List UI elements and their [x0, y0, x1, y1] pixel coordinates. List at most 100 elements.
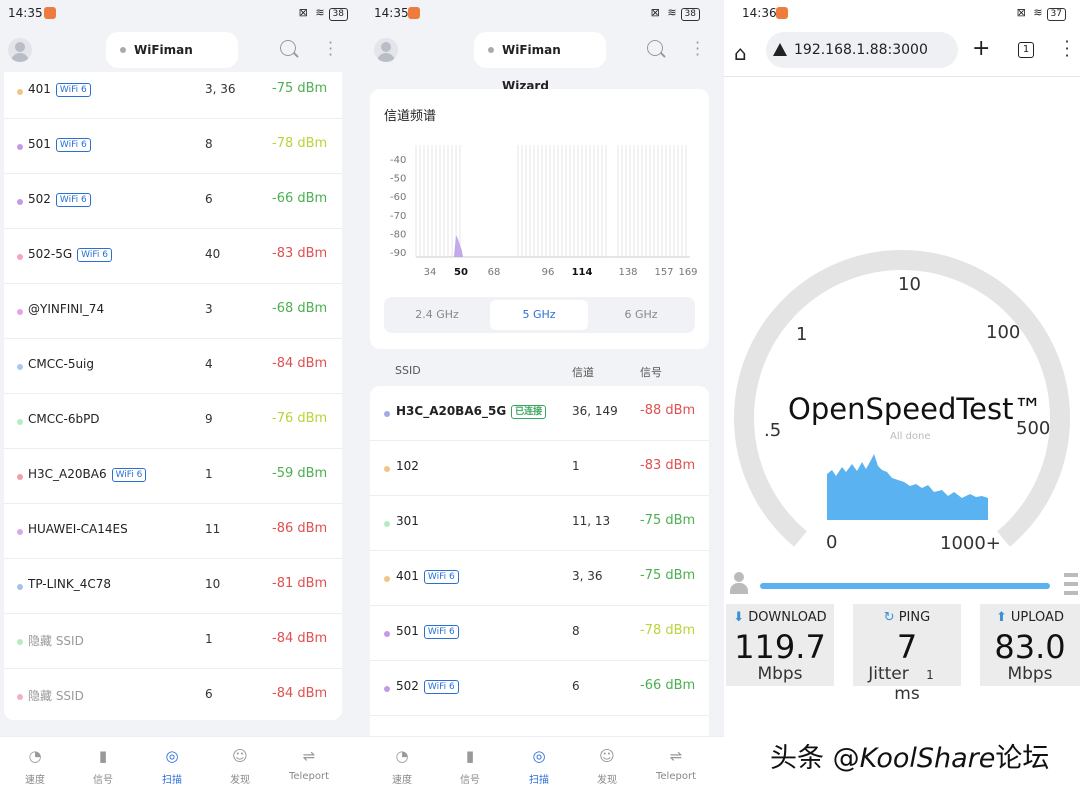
nav-signal-bars[interactable]: ▮ 信号	[440, 743, 500, 786]
x-tick-label: 138	[618, 267, 637, 278]
more-menu-icon[interactable]: · · ·	[695, 35, 700, 63]
jitter-label: Jitter	[868, 664, 909, 684]
search-icon[interactable]	[280, 40, 296, 56]
network-row[interactable]: 102 1 -83 dBm	[370, 441, 709, 496]
network-row[interactable]: 401 WiFi 6 3, 36 -75 dBm	[4, 72, 342, 119]
status-bar: 14:36 ⊠ ≋ 37	[724, 0, 1080, 26]
teleport-icon: ⇌	[302, 747, 316, 765]
new-tab-button[interactable]: +	[972, 36, 990, 61]
ssid-text: @YINFINI_74	[28, 302, 105, 316]
nav-teleport[interactable]: ⇌ Teleport	[646, 743, 706, 782]
nav-teleport[interactable]: ⇌ Teleport	[279, 743, 339, 782]
signal-color-dot	[384, 631, 390, 637]
network-row[interactable]: 501 WiFi 6 8 -78 dBm	[370, 606, 709, 661]
gauge-tick-label: 10	[898, 274, 921, 295]
tab-count-button[interactable]: 1	[1018, 42, 1034, 58]
network-ssid: 401 WiFi 6	[396, 569, 459, 584]
signal-color-dot	[384, 521, 390, 527]
search-icon[interactable]	[647, 40, 663, 56]
browser-speedtest-panel: 14:36 ⊠ ≋ 37 ⌂ 192.168.1.88:3000 + 1 · · · …	[724, 0, 1080, 792]
network-ssid: 301	[396, 514, 419, 528]
scan-icon: ◎	[532, 747, 546, 765]
network-row[interactable]: HUAWEI-CA14ES 11 -86 dBm	[4, 504, 342, 559]
browser-menu-icon[interactable]: · · ·	[1064, 34, 1070, 64]
spectrum-title: 信道频谱	[384, 109, 437, 124]
y-tick-label: -90	[390, 248, 406, 259]
x-tick-label: 96	[542, 267, 555, 278]
speed-graph-area	[827, 454, 988, 520]
download-unit: Mbps	[757, 664, 803, 684]
ssid-text: H3C_A20BA6_5G	[396, 404, 507, 418]
network-row[interactable]: TP-LINK_4C78 10 -81 dBm	[4, 559, 342, 614]
network-ssid: 502-5G WiFi 6	[28, 247, 112, 262]
nav-scan[interactable]: ◎ 扫描	[509, 743, 569, 786]
avatar[interactable]	[8, 38, 32, 62]
nav-discover-robot[interactable]: ☺ 发现	[210, 743, 270, 786]
network-row[interactable]: @YINFINI_74 3 -68 dBm	[4, 284, 342, 339]
network-channel: 11, 13	[572, 514, 611, 528]
y-tick-label: -80	[390, 229, 406, 240]
network-row[interactable]: 301 11, 13 -75 dBm	[370, 496, 709, 551]
network-row[interactable]: CMCC-6bPD 9 -76 dBm	[4, 394, 342, 449]
wizard-button[interactable]: WiFiman Wizard	[106, 32, 238, 93]
nav-speedometer[interactable]: ◔ 速度	[372, 743, 432, 786]
upload-result: ⬆ UPLOAD 83.0 Mbps	[980, 604, 1080, 686]
ssid-text: CMCC-6bPD	[28, 412, 100, 426]
home-icon[interactable]: ⌂	[734, 41, 747, 65]
network-row[interactable]: 501 WiFi 6 8 -78 dBm	[4, 119, 342, 174]
battery-icon: 37	[1046, 8, 1066, 21]
speed-graph	[827, 454, 988, 520]
spectrum-card: 信道频谱 -40 -50 -60 -70 -80 -90 34 50 68 96 114 138 157…	[370, 89, 709, 349]
network-row[interactable]: 401 WiFi 6 3, 36 -75 dBm	[370, 551, 709, 606]
bottom-nav: ◔ 速度 ▮ 信号 ◎ 扫描 ☺ 发现 ⇌ Teleport	[0, 736, 356, 792]
jitter-value: 1	[926, 668, 934, 682]
test-progress-bar	[760, 583, 1050, 589]
band-tab[interactable]: 5 GHz	[490, 300, 588, 330]
network-channel: 40	[205, 247, 221, 261]
teleport-icon: ⇌	[669, 747, 683, 765]
band-tab[interactable]: 2.4 GHz	[388, 300, 486, 330]
network-row[interactable]: CMCC-5uig 4 -84 dBm	[4, 339, 342, 394]
jitter-line: Jitter 1 ms	[853, 664, 961, 704]
column-header-signal: 信号	[640, 366, 662, 379]
network-signal: -83 dBm	[272, 246, 328, 261]
signal-color-dot	[17, 419, 23, 425]
network-row[interactable]: 隐藏 SSID 1 -84 dBm	[4, 614, 342, 669]
wifi-icon: ⊠ ≋	[1016, 6, 1045, 19]
network-ssid: H3C_A20BA6 WiFi 6	[28, 467, 147, 482]
download-value: 119.7	[734, 628, 826, 666]
wifi6-badge: WiFi 6	[55, 193, 91, 207]
nav-scan[interactable]: ◎ 扫描	[142, 743, 202, 786]
network-row[interactable]: 隐藏 SSID 6 -84 dBm	[4, 669, 342, 720]
server-icon	[1064, 573, 1078, 595]
network-channel: 3	[205, 302, 213, 316]
network-row[interactable]: 502 WiFi 6 6 -66 dBm	[370, 661, 709, 716]
network-row[interactable]: 502-5G WiFi 6 40 -83 dBm	[4, 229, 342, 284]
network-channel: 6	[205, 687, 213, 701]
nav-signal-bars[interactable]: ▮ 信号	[73, 743, 133, 786]
status-time: 14:35	[374, 6, 409, 20]
signal-color-dot	[384, 576, 390, 582]
bottom-nav: ◔ 速度 ▮ 信号 ◎ 扫描 ☺ 发现 ⇌ Teleport	[356, 736, 724, 792]
network-row[interactable]: H3C_A20BA6 WiFi 6 1 -59 dBm	[4, 449, 342, 504]
url-bar[interactable]: 192.168.1.88:3000	[766, 32, 958, 68]
avatar[interactable]	[374, 38, 398, 62]
more-menu-icon[interactable]: · · ·	[328, 35, 333, 63]
nav-discover-robot[interactable]: ☺ 发现	[577, 743, 637, 786]
network-ssid: @YINFINI_74	[28, 302, 104, 316]
network-row[interactable]: 502 WiFi 6 6 -66 dBm	[4, 174, 342, 229]
y-tick-label: -50	[390, 174, 406, 185]
network-row[interactable]: H3C_A20BA6_5G 已连接 36, 149 -88 dBm	[370, 386, 709, 441]
upload-arrow-icon: ⬆	[996, 610, 1007, 625]
ssid-text: 102	[396, 459, 419, 473]
network-signal: -66 dBm	[272, 191, 328, 206]
wizard-button[interactable]: WiFiman Wizard	[474, 32, 606, 93]
x-tick-label: 34	[424, 267, 437, 278]
ssid-text: TP-LINK_4C78	[28, 577, 111, 591]
band-tab[interactable]: 6 GHz	[592, 300, 690, 330]
upload-value: 83.0	[994, 628, 1066, 666]
nav-speedometer[interactable]: ◔ 速度	[5, 743, 65, 786]
ssid-text: HUAWEI-CA14ES	[28, 522, 128, 536]
ping-result: ↻ PING 7 Jitter 1 ms	[853, 604, 961, 704]
signal-color-dot	[384, 686, 390, 692]
